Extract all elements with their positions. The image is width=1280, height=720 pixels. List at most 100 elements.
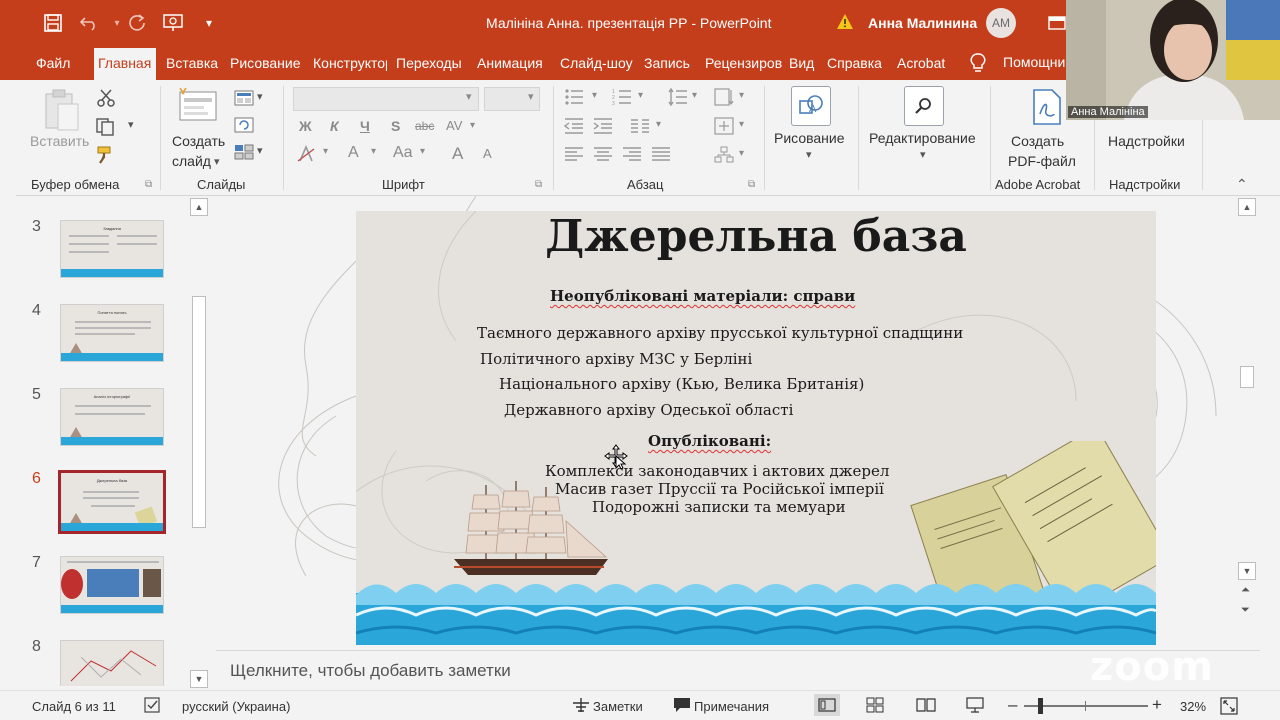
decrease-font-button[interactable]: A	[483, 146, 492, 161]
notes-placeholder[interactable]: Щелкните, чтобы добавить заметки	[230, 661, 511, 681]
collapse-ribbon-icon[interactable]: ⌃	[1236, 176, 1248, 193]
accessibility-icon[interactable]	[144, 697, 162, 718]
reading-view-icon[interactable]	[916, 697, 936, 718]
increase-font-button[interactable]: A	[452, 144, 463, 164]
new-slide-icon[interactable]	[178, 87, 218, 127]
slideshow-icon[interactable]	[966, 697, 984, 718]
font-launcher-icon[interactable]: ⧉	[535, 179, 542, 190]
format-painter-icon[interactable]	[96, 146, 116, 169]
text-direction-dropdown-icon[interactable]: ▾	[739, 90, 744, 101]
copy-dropdown-icon[interactable]: ▾	[128, 118, 134, 131]
video-participant-tile[interactable]	[1066, 0, 1280, 120]
slide-title[interactable]: Джерельна база	[356, 211, 1156, 262]
editing-button[interactable]: Редактирование	[869, 130, 976, 146]
scroll-down-icon[interactable]: ▼	[190, 670, 208, 688]
tab-review[interactable]: Рецензирование	[701, 48, 782, 80]
comments-icon[interactable]	[673, 697, 691, 718]
paste-button[interactable]: Вставить	[30, 133, 89, 149]
tab-slideshow[interactable]: Слайд-шоу	[556, 48, 636, 80]
published-item[interactable]: Подорожні записки та мемуари	[592, 498, 846, 516]
tab-acrobat[interactable]: Acrobat	[893, 48, 957, 80]
smartart-icon[interactable]	[714, 146, 734, 169]
slide-sorter-icon[interactable]	[866, 697, 884, 718]
tab-transitions[interactable]: Переходы	[392, 48, 470, 80]
clear-formatting-icon[interactable]	[296, 144, 316, 168]
tab-record[interactable]: Запись	[640, 48, 698, 80]
user-name[interactable]: Анна Малинина	[868, 15, 977, 31]
scroll-thumb[interactable]	[192, 296, 206, 528]
change-case-button[interactable]: Aa	[393, 144, 413, 162]
change-case-dropdown-icon[interactable]: ▾	[420, 146, 425, 157]
next-slide-icon[interactable]: ⏷	[1241, 604, 1250, 617]
font-size-chevron-icon[interactable]: ▾	[528, 90, 534, 103]
underline-button[interactable]: Ч	[360, 118, 370, 134]
lightbulb-icon[interactable]	[970, 53, 986, 78]
font-name-dropdown[interactable]	[293, 87, 479, 111]
unpublished-item[interactable]: Таємного державного архіву прусської кул…	[477, 324, 963, 342]
font-color-dropdown-icon[interactable]: ▾	[371, 146, 376, 157]
notes-icon[interactable]	[573, 698, 589, 717]
tell-me-search[interactable]: Помощник	[1003, 54, 1071, 70]
bold-button[interactable]: Ж	[299, 118, 312, 134]
comments-toggle[interactable]: Примечания	[694, 699, 769, 714]
layout-dropdown-icon[interactable]: ▾	[257, 90, 263, 103]
decrease-indent-icon[interactable]	[563, 117, 584, 140]
create-pdf-button-2[interactable]: PDF-файл	[1008, 153, 1076, 169]
tab-insert[interactable]: Вставка	[162, 48, 224, 80]
zoom-level[interactable]: 32%	[1180, 699, 1206, 714]
scroll-thumb[interactable]	[1240, 366, 1254, 388]
layout-icon[interactable]	[234, 90, 254, 111]
columns-icon[interactable]	[630, 117, 650, 140]
numbering-dropdown-icon[interactable]: ▾	[638, 90, 643, 101]
find-icon[interactable]	[904, 86, 944, 126]
language-indicator[interactable]: русский (Украина)	[182, 699, 290, 714]
heading-published[interactable]: Опубліковані:	[648, 432, 771, 450]
zoom-in-icon[interactable]: +	[1152, 695, 1162, 715]
unpublished-item[interactable]: Державного архіву Одеської області	[504, 401, 793, 419]
avatar[interactable]: АМ	[986, 8, 1016, 38]
italic-button[interactable]: К	[330, 118, 339, 134]
published-item[interactable]: Комплекси законодавчих і актових джерел	[545, 462, 889, 480]
copy-icon[interactable]	[96, 118, 118, 141]
smartart-dropdown-icon[interactable]: ▾	[739, 148, 744, 159]
align-text-icon[interactable]	[714, 117, 734, 140]
new-slide-label-2[interactable]: слайд	[172, 153, 211, 169]
slide-thumbnail-7[interactable]	[60, 556, 164, 614]
tab-animations[interactable]: Анимация	[473, 48, 553, 80]
editing-dropdown-icon[interactable]: ▾	[920, 148, 926, 161]
save-icon[interactable]	[40, 10, 66, 36]
previous-slide-icon[interactable]: ⏶	[1241, 584, 1250, 597]
justify-icon[interactable]	[651, 146, 671, 167]
font-color-button[interactable]: A	[348, 144, 359, 162]
tab-file[interactable]: Файл	[32, 48, 80, 80]
bullets-dropdown-icon[interactable]: ▾	[592, 90, 597, 101]
unpublished-item[interactable]: Політичного архіву МЗС у Берліні	[480, 350, 752, 368]
tab-help[interactable]: Справка	[823, 48, 891, 80]
slide-thumbnail-5[interactable]: Аналіз історіографії	[60, 388, 164, 446]
align-text-dropdown-icon[interactable]: ▾	[739, 119, 744, 130]
slide-scrollbar[interactable]: ▲ ▼	[1238, 196, 1258, 582]
create-pdf-button[interactable]: Создать	[1011, 133, 1064, 149]
clipboard-launcher-icon[interactable]: ⧉	[145, 179, 152, 190]
tab-view[interactable]: Вид	[785, 48, 819, 80]
char-spacing-dropdown-icon[interactable]: ▾	[470, 120, 475, 131]
scroll-down-icon[interactable]: ▼	[1238, 562, 1256, 580]
undo-icon[interactable]	[76, 10, 102, 36]
drawing-button[interactable]: Рисование	[774, 130, 845, 146]
drawing-dropdown-icon[interactable]: ▾	[806, 148, 812, 161]
normal-view-icon[interactable]	[814, 694, 840, 716]
line-spacing-dropdown-icon[interactable]: ▾	[692, 90, 697, 101]
section-icon[interactable]	[234, 144, 254, 165]
char-spacing-button[interactable]: AV	[446, 118, 462, 133]
strikethrough-button[interactable]: abc	[415, 119, 434, 133]
shadow-button[interactable]: S	[391, 118, 400, 134]
tab-draw[interactable]: Рисование	[226, 48, 306, 80]
paragraph-launcher-icon[interactable]: ⧉	[748, 179, 755, 190]
slide-thumbnail-8[interactable]	[60, 640, 164, 686]
heading-unpublished[interactable]: Неопубліковані матеріали: справи	[550, 287, 855, 305]
reset-icon[interactable]	[234, 117, 254, 138]
align-right-icon[interactable]	[622, 146, 642, 167]
align-left-icon[interactable]	[564, 146, 584, 167]
font-name-chevron-icon[interactable]: ▾	[466, 90, 472, 103]
slide-thumbnail-3[interactable]: Завдання	[60, 220, 164, 278]
